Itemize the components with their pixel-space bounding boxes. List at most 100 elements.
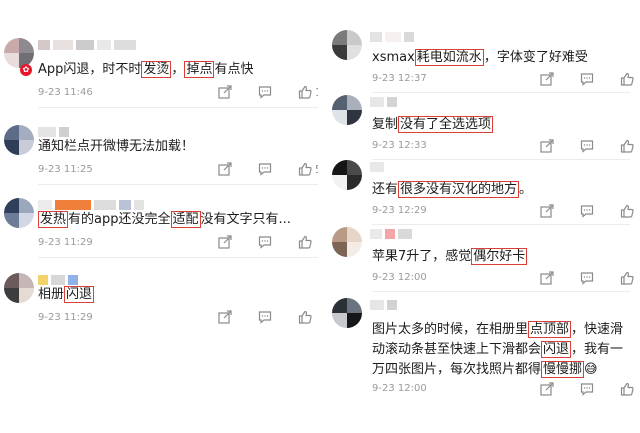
highlighted-text: 闪退 — [541, 341, 572, 358]
share-icon[interactable] — [540, 72, 554, 86]
comment-actions: 5 — [218, 162, 322, 176]
avatar-mosaic-block — [4, 213, 19, 228]
like-icon[interactable] — [298, 162, 312, 176]
comment-icon[interactable] — [258, 235, 272, 249]
comment-divider — [38, 107, 318, 108]
comment-text-segment: 图片太多的时候，在相册里 — [372, 322, 529, 337]
comment-text-segment: 复制 — [372, 117, 399, 132]
username-mosaic-block — [68, 275, 78, 285]
like-icon[interactable] — [620, 271, 634, 285]
like-icon[interactable] — [620, 204, 634, 218]
comment-icon[interactable] — [580, 204, 594, 218]
share-icon[interactable] — [540, 382, 554, 396]
avatar-mosaic-block — [332, 110, 347, 125]
comment-text: 相册 闪退 — [38, 285, 95, 305]
avatar[interactable] — [4, 125, 34, 155]
comment-timestamp: 9-23 11:25 — [38, 164, 93, 175]
avatar-mosaic-block — [4, 140, 19, 155]
comment-icon[interactable] — [580, 382, 594, 396]
comment-divider — [38, 257, 318, 258]
comment-text-segment: 。 — [519, 182, 533, 197]
comment-timestamp: 9-23 12:29 — [372, 205, 427, 216]
username-mosaic-block — [370, 162, 384, 172]
avatar[interactable] — [4, 38, 34, 68]
avatar-mosaic-block — [347, 313, 362, 328]
avatar-mosaic-block — [4, 125, 19, 140]
comment-item: ✿ App闪退，时不时发烫，掉点有点快 9-23 11:46 10 — [0, 30, 329, 110]
avatar[interactable] — [332, 95, 362, 125]
username-mosaic-block — [370, 32, 382, 42]
like-icon[interactable] — [298, 85, 312, 99]
avatar-mosaic-block — [347, 95, 362, 110]
highlighted-text: 偶尔好卡 — [471, 248, 528, 265]
comment-text-segment: 苹果7升了，感觉 — [372, 249, 472, 264]
share-icon[interactable] — [540, 271, 554, 285]
avatar-mosaic-block — [347, 110, 362, 125]
comment-actions — [540, 72, 634, 86]
highlighted-text: 慢慢挪 — [541, 361, 585, 378]
avatar-mosaic-block — [332, 313, 347, 328]
share-icon[interactable] — [218, 235, 232, 249]
avatar-mosaic-block — [4, 288, 19, 303]
avatar[interactable] — [4, 273, 34, 303]
comment-timestamp: 9-23 11:29 — [38, 312, 93, 323]
comment-timestamp: 9-23 12:00 — [372, 272, 427, 283]
comment-item: 通知栏点开微博无法加载！ 9-23 11:25 5 — [0, 117, 322, 197]
comment-timestamp: 9-23 12:00 — [372, 383, 427, 394]
avatar-mosaic-block — [347, 175, 362, 190]
comment-text-segment: ，快速滑 — [571, 322, 624, 337]
like-icon[interactable] — [620, 382, 634, 396]
like-icon[interactable] — [620, 139, 634, 153]
avatar[interactable] — [4, 198, 34, 228]
weibo-user-badge-icon: ✿ — [20, 64, 32, 76]
username-mosaic-block — [51, 275, 65, 285]
comment-text: 图片太多的时候，在相册里 点顶部 ，快速滑 动滚动条甚至快速上下滑都会 闪退 ，我有一 万四… — [372, 320, 623, 380]
comment-icon[interactable] — [258, 162, 272, 176]
username-mosaic-block — [76, 40, 94, 50]
comment-actions: 10 — [218, 85, 329, 99]
username-mosaic-block — [385, 32, 401, 42]
username-mosaic-block — [114, 40, 136, 50]
username-mosaic-block — [38, 200, 52, 210]
comment-item: 复制 没有了全选选项 9-23 12:33 — [330, 95, 634, 160]
highlighted-text: 发烫 — [141, 61, 172, 78]
comment-divider — [372, 224, 630, 225]
share-icon[interactable] — [540, 139, 554, 153]
highlighted-text: 适配 — [170, 211, 201, 228]
comment-actions — [540, 139, 634, 153]
avatar-mosaic-block — [19, 38, 34, 53]
username-mosaic-block — [398, 229, 412, 239]
like-icon[interactable] — [298, 235, 312, 249]
username-mosaic-block — [94, 200, 116, 210]
avatar-mosaic-block — [347, 30, 362, 45]
avatar[interactable] — [332, 160, 362, 190]
like-icon[interactable] — [298, 310, 312, 324]
comment-text: 复制 没有了全选选项 — [372, 115, 494, 135]
comment-text-segment: ，我有一 — [571, 342, 624, 357]
comment-text: 通知栏点开微博无法加载！ — [38, 137, 194, 157]
comment-icon[interactable] — [580, 271, 594, 285]
highlighted-text: 点顶部 — [528, 321, 572, 338]
username-mosaic-block — [38, 275, 48, 285]
share-icon[interactable] — [540, 204, 554, 218]
comment-text-segment: 相册 — [38, 287, 65, 302]
comment-icon[interactable] — [580, 72, 594, 86]
avatar-mosaic-block — [19, 198, 34, 213]
username-mosaic-block — [370, 300, 384, 310]
comment-divider — [372, 159, 630, 160]
avatar[interactable] — [332, 227, 362, 257]
comment-icon[interactable] — [258, 310, 272, 324]
highlighted-text: 很多没有汉化的地方 — [398, 181, 520, 198]
comment-icon[interactable] — [580, 139, 594, 153]
avatar[interactable] — [332, 30, 362, 60]
username-mosaic-block — [119, 200, 131, 210]
share-icon[interactable] — [218, 85, 232, 99]
comment-text-line: 万四张图片，每次找照片都得 慢慢挪 😅 — [372, 360, 623, 380]
share-icon[interactable] — [218, 162, 232, 176]
comment-icon[interactable] — [258, 85, 272, 99]
like-icon[interactable] — [620, 72, 634, 86]
avatar[interactable] — [332, 298, 362, 328]
share-icon[interactable] — [218, 310, 232, 324]
avatar-mosaic-block — [347, 160, 362, 175]
comment-text-segment: 万四张图片，每次找照片都得 — [372, 362, 542, 377]
